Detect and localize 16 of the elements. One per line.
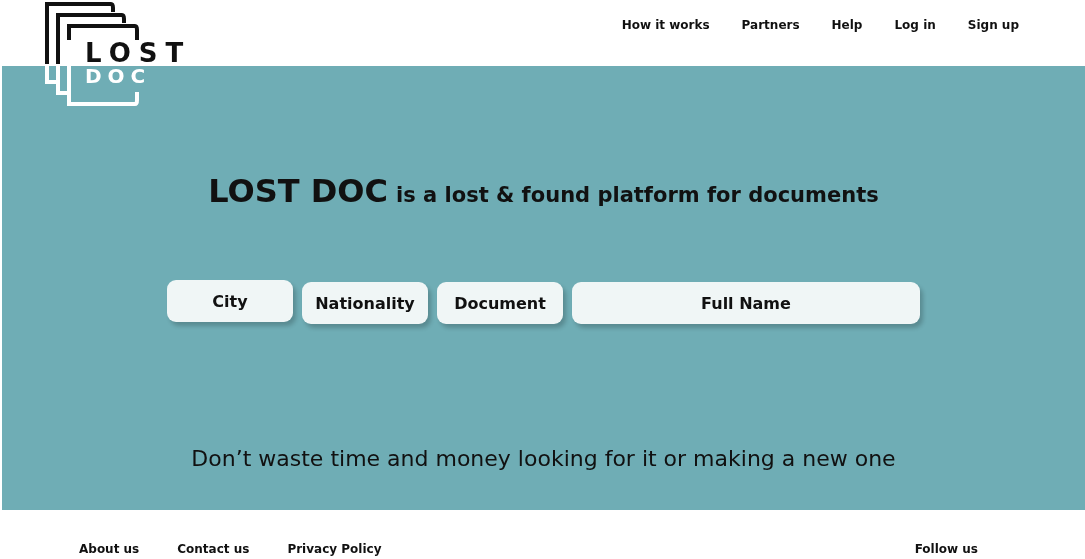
nav-link[interactable]: Log in (894, 18, 936, 32)
nav-link[interactable]: How it works (621, 18, 710, 32)
footer-link[interactable]: Privacy Policy (287, 542, 382, 556)
follow-label: Follow us (914, 542, 978, 556)
search-field[interactable]: Full Name (572, 282, 920, 324)
brand-name: LOST DOC (208, 172, 389, 210)
nav-link[interactable]: Partners (741, 18, 800, 32)
footer-link[interactable]: About us (79, 542, 140, 556)
search-field[interactable]: City (167, 280, 293, 322)
nav-link[interactable]: Sign up (967, 18, 1019, 32)
search-field[interactable]: Document (437, 282, 563, 324)
subtitle: Don’t waste time and money looking for it or making a new one (191, 446, 896, 471)
tagline: is a lost & found platform for documents (396, 183, 879, 207)
footer-link[interactable]: Contact us (177, 542, 250, 556)
nav-link[interactable]: Help (831, 18, 863, 32)
search-field[interactable]: Nationality (302, 282, 428, 324)
